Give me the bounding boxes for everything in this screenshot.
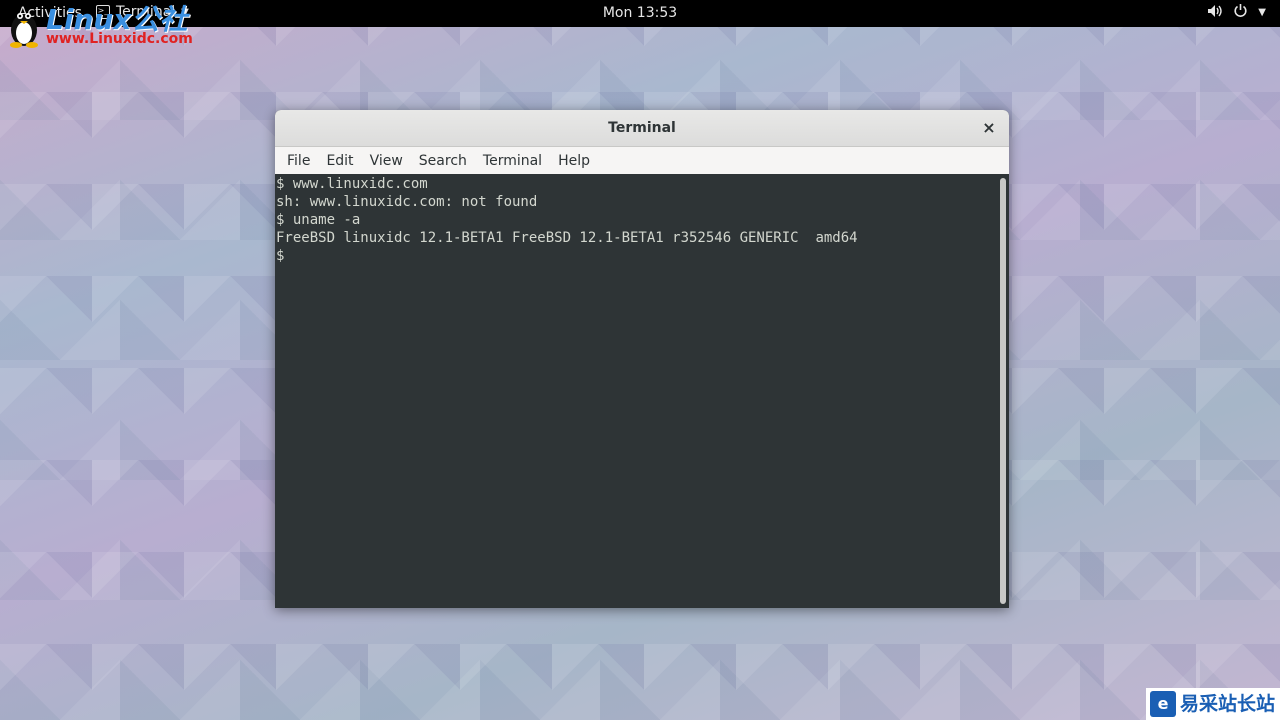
menu-terminal[interactable]: Terminal <box>475 153 550 169</box>
scrollbar-thumb[interactable] <box>1000 178 1006 604</box>
menu-file[interactable]: File <box>279 153 318 169</box>
volume-icon <box>1207 4 1223 22</box>
chevron-down-icon: ▼ <box>1258 7 1266 18</box>
terminal-prompt-line: $ <box>276 248 285 264</box>
terminal-line: $ uname -a <box>276 212 361 228</box>
terminal-window[interactable]: Terminal × File Edit View Search Termina… <box>275 110 1009 608</box>
watermark: e 易采站长站 <box>1146 688 1280 720</box>
watermark-logo-icon: e <box>1150 691 1176 717</box>
scrollbar[interactable] <box>997 174 1009 608</box>
site-logo: Linux公社 www.Linuxidc.com <box>4 0 204 48</box>
window-title: Terminal <box>608 120 676 136</box>
menu-view[interactable]: View <box>362 153 411 169</box>
close-icon[interactable]: × <box>979 118 999 138</box>
menu-edit[interactable]: Edit <box>318 153 361 169</box>
logo-url-text: www.Linuxidc.com <box>46 31 193 47</box>
menu-search[interactable]: Search <box>411 153 475 169</box>
watermark-text: 易采站长站 <box>1180 693 1276 715</box>
menu-help[interactable]: Help <box>550 153 598 169</box>
terminal-line: sh: www.linuxidc.com: not found <box>276 194 538 210</box>
window-titlebar[interactable]: Terminal × <box>275 110 1009 147</box>
menu-bar: File Edit View Search Terminal Help <box>275 147 1009 174</box>
terminal-line: $ www.linuxidc.com <box>276 176 428 192</box>
system-status-menu[interactable]: ▼ <box>1207 3 1266 22</box>
power-icon <box>1233 3 1248 22</box>
tux-icon <box>6 4 42 52</box>
terminal-line: FreeBSD linuxidc 12.1-BETA1 FreeBSD 12.1… <box>276 230 858 246</box>
terminal-output[interactable]: $ www.linuxidc.com sh: www.linuxidc.com: … <box>275 174 997 608</box>
